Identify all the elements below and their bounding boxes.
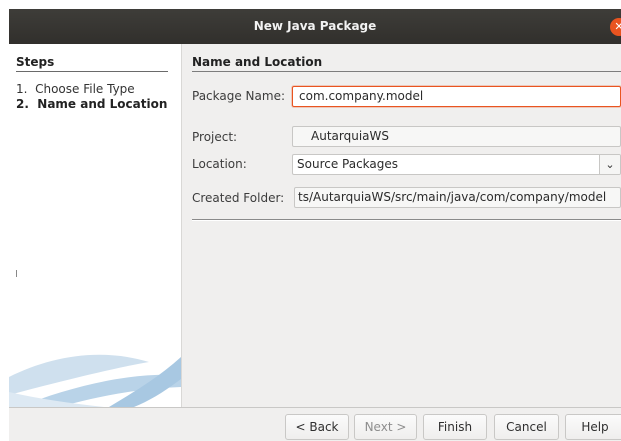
- location-label: Location:: [192, 157, 247, 171]
- step-number: 2.: [16, 97, 29, 111]
- close-icon[interactable]: ✕: [610, 18, 621, 36]
- back-button[interactable]: < Back: [285, 414, 349, 440]
- form-separator: [192, 219, 621, 221]
- created-folder-field: ts/AutarquiaWS/src/main/java/com/company…: [294, 187, 621, 208]
- button-bar-divider: [9, 407, 621, 408]
- step-choose-file-type: 1. Choose File Type: [16, 82, 135, 96]
- title-bar: New Java Package ✕: [9, 9, 621, 44]
- next-button[interactable]: Next >: [354, 414, 417, 440]
- step-label: Name and Location: [37, 97, 168, 111]
- section-title: Name and Location: [192, 55, 621, 72]
- resize-mark: [16, 270, 17, 277]
- background-window-strip: [0, 0, 621, 9]
- project-label: Project:: [192, 130, 238, 144]
- name-and-location-panel: Name and Location Package Name: com.comp…: [182, 44, 621, 407]
- dialog-title: New Java Package: [253, 19, 377, 33]
- chevron-down-icon[interactable]: ⌄: [599, 155, 620, 174]
- step-number: 1.: [16, 82, 28, 96]
- step-label: Choose File Type: [35, 82, 135, 96]
- package-name-label: Package Name:: [192, 89, 285, 103]
- cancel-button[interactable]: Cancel: [494, 414, 559, 440]
- steps-panel: Steps 1. Choose File Type 2. Name and Lo…: [9, 44, 181, 407]
- package-name-input[interactable]: com.company.model: [292, 86, 621, 107]
- help-button[interactable]: Help: [565, 414, 621, 440]
- created-folder-label: Created Folder:: [192, 191, 285, 205]
- netbeans-swirl-graphic: [9, 354, 181, 407]
- new-java-package-dialog: New Java Package ✕ Steps 1. Choose File …: [9, 9, 621, 441]
- location-select[interactable]: Source Packages ⌄: [292, 154, 621, 175]
- location-selected-value: Source Packages: [297, 157, 399, 171]
- step-name-and-location: 2. Name and Location: [16, 97, 167, 111]
- steps-title: Steps: [16, 55, 168, 72]
- project-field: AutarquiaWS: [292, 126, 621, 147]
- finish-button[interactable]: Finish: [423, 414, 487, 440]
